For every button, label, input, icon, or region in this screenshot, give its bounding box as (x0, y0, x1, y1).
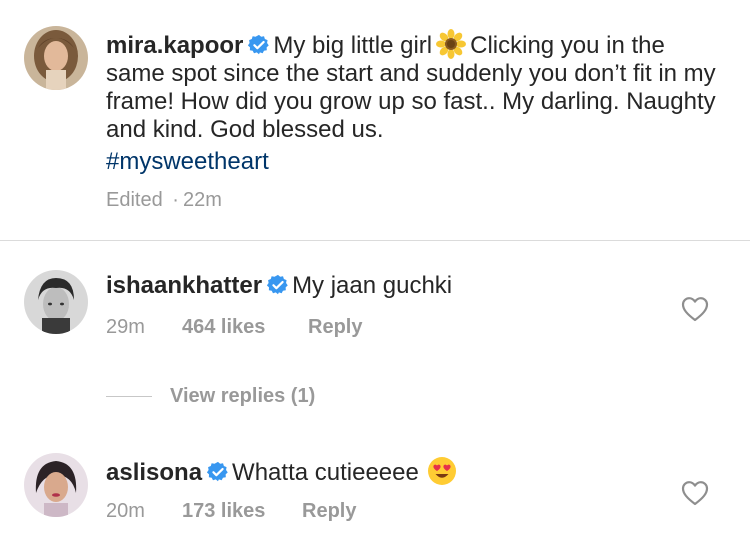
comment-timestamp: 29m (106, 316, 145, 338)
comment-username[interactable]: ishaankhatter (106, 272, 262, 299)
reply-button[interactable]: Reply (308, 315, 362, 339)
avatar-photo (24, 270, 88, 334)
caption-text-part1: My big little girl (273, 32, 433, 59)
avatar-ishaankhatter[interactable] (24, 270, 88, 334)
caption-meta: Edited · 22m (106, 188, 222, 212)
caption-text: mira.kapoor My big little girl Clicking yo… (106, 29, 726, 176)
verified-badge-icon (207, 461, 229, 483)
avatar-photo (24, 26, 88, 90)
comment-text: ishaankhatter My jaan guchki (106, 272, 666, 300)
view-replies-label: View replies (1) (170, 384, 316, 407)
like-heart-icon[interactable] (681, 480, 709, 506)
comment-body: My jaan guchki (292, 272, 453, 299)
verified-badge-icon (248, 34, 270, 56)
comment-body: Whatta cutieeeee (232, 459, 419, 486)
avatar-mira-kapoor[interactable] (24, 26, 88, 90)
sunflower-emoji-icon (436, 29, 467, 59)
view-replies-button[interactable]: View replies (1) (106, 383, 315, 409)
comment-text: aslisona Whatta cutieeeee (106, 456, 666, 487)
comment-timestamp: 20m (106, 500, 145, 522)
meta-separator: · (172, 189, 179, 211)
caption-timestamp: 22m (182, 189, 222, 211)
comment-meta: 29m 464 likes Reply (106, 315, 362, 339)
view-replies-line (106, 395, 152, 397)
edited-label: Edited (106, 189, 163, 211)
comment-meta: 20m 173 likes Reply (106, 499, 356, 523)
avatar-photo (24, 453, 88, 517)
heart-eyes-emoji-icon (427, 456, 457, 486)
caption-hashtag-link[interactable]: #mysweetheart (106, 148, 269, 176)
caption-divider (0, 240, 750, 241)
avatar-aslisona[interactable] (24, 453, 88, 517)
comment-username[interactable]: aslisona (106, 459, 202, 486)
likes-count-link[interactable]: 173 likes (182, 499, 302, 523)
verified-badge-icon (267, 274, 289, 296)
like-heart-icon[interactable] (681, 296, 709, 322)
likes-count-link[interactable]: 464 likes (182, 315, 308, 339)
caption-username[interactable]: mira.kapoor (106, 32, 243, 59)
reply-button[interactable]: Reply (302, 499, 356, 523)
